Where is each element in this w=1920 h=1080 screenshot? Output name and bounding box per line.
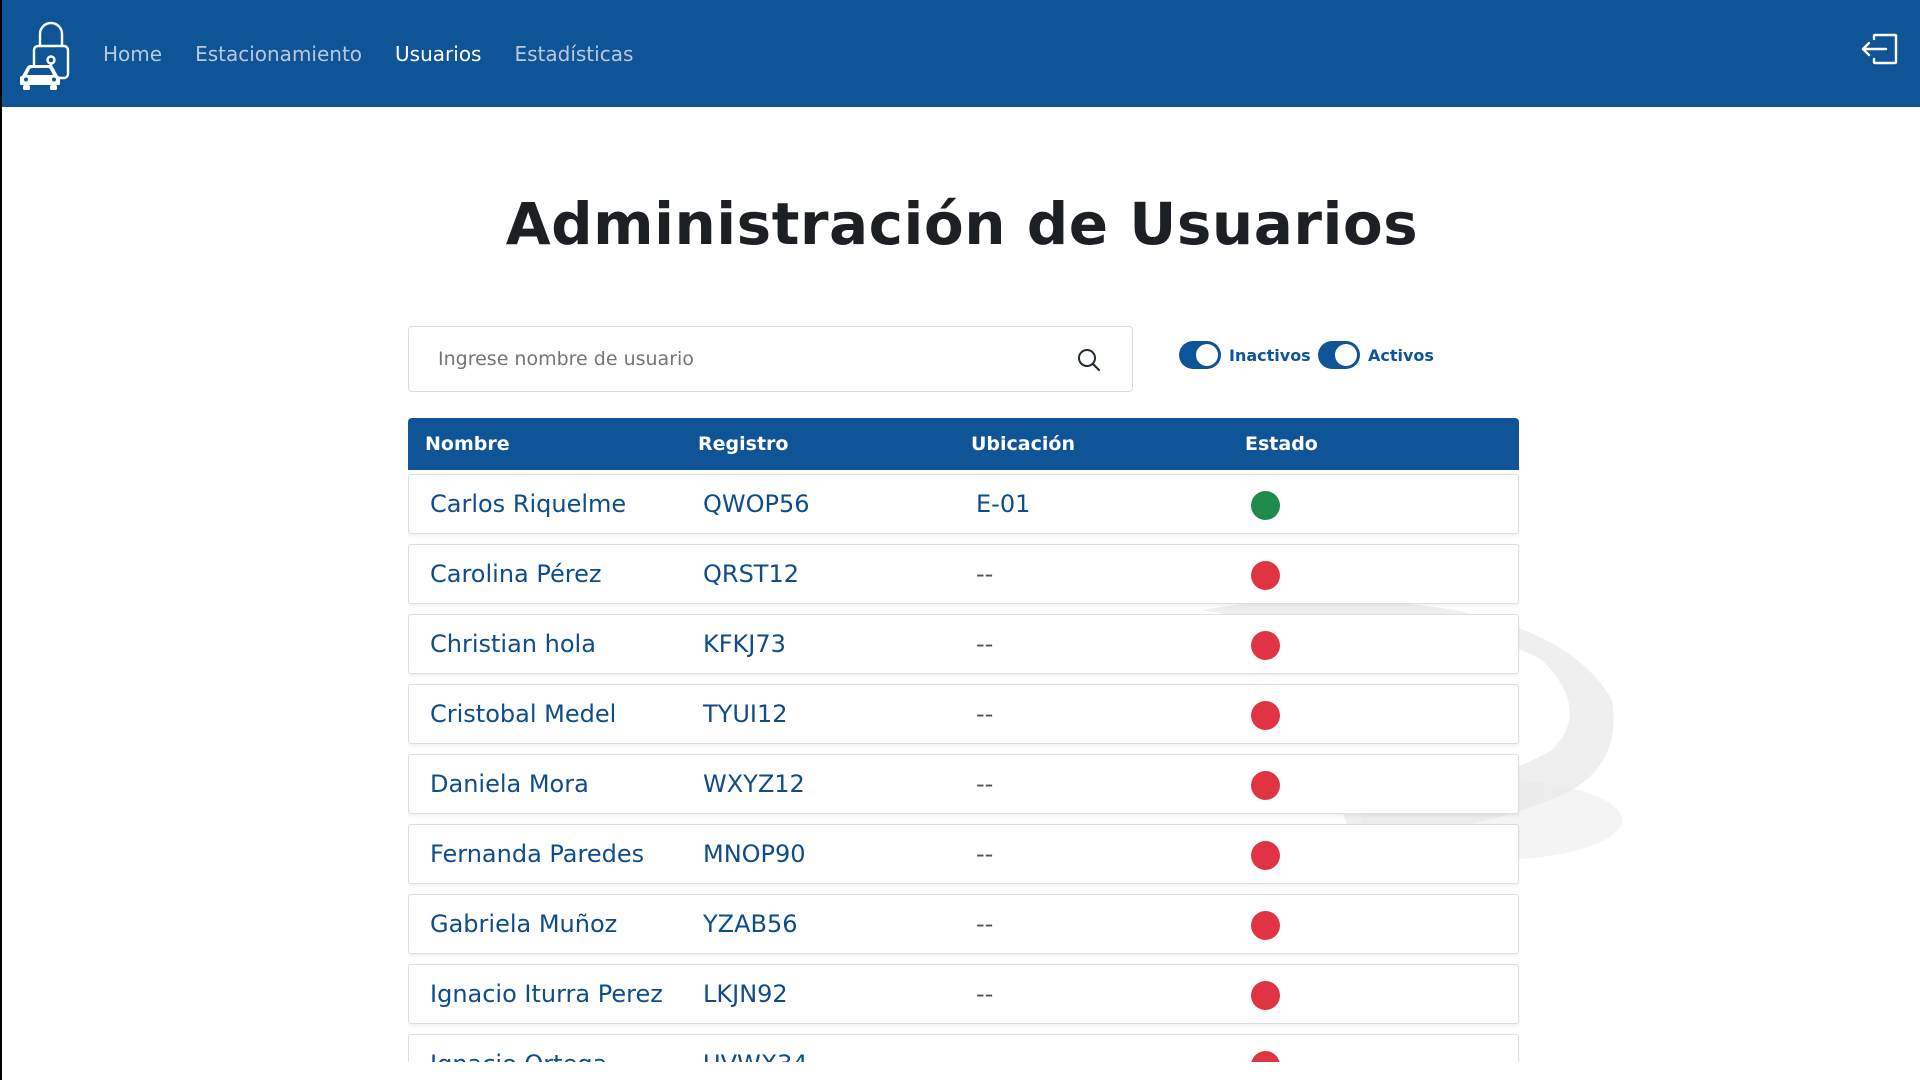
cell-ubicacion: --	[976, 770, 994, 798]
cell-nombre: Fernanda Paredes	[430, 840, 645, 868]
page-title: Administración de Usuarios	[505, 190, 1419, 258]
cell-registro: LKJN92	[703, 980, 788, 1008]
table-row[interactable]: Gabriela Muñoz YZAB56 --	[408, 894, 1519, 954]
table-row[interactable]: Fernanda Paredes MNOP90 --	[408, 824, 1519, 884]
status-indicator-inactive	[1251, 911, 1280, 940]
table-row[interactable]: Ignacio Iturra Perez LKJN92 --	[408, 964, 1519, 1024]
cell-ubicacion: --	[976, 910, 994, 938]
status-indicator-inactive	[1251, 561, 1280, 590]
header-ubicacion[interactable]: Ubicación	[971, 433, 1075, 455]
cell-nombre: Carolina Pérez	[430, 560, 602, 588]
status-indicator-inactive	[1251, 771, 1280, 800]
table-row[interactable]: Cristobal Medel TYUI12 --	[408, 684, 1519, 744]
cell-registro: MNOP90	[703, 840, 806, 868]
cell-registro: TYUI12	[703, 700, 788, 728]
cell-registro: WXYZ12	[703, 770, 805, 798]
nav-link-estacionamiento[interactable]: Estacionamiento	[195, 42, 362, 66]
cell-nombre: Daniela Mora	[430, 770, 589, 798]
cell-nombre: Carlos Riquelme	[430, 490, 627, 518]
table-row[interactable]: Christian hola KFKJ73 --	[408, 614, 1519, 674]
cell-registro: UVWX34	[703, 1050, 808, 1062]
users-table: Nombre Registro Ubicación Estado Carlos …	[408, 418, 1520, 1062]
nav-link-home[interactable]: Home	[103, 42, 162, 66]
header-estado[interactable]: Estado	[1245, 433, 1318, 455]
cell-ubicacion: E-01	[976, 490, 1031, 518]
cell-nombre: Ignacio Ortega	[430, 1050, 607, 1062]
status-indicator-inactive	[1251, 701, 1280, 730]
table-header: Nombre Registro Ubicación Estado	[408, 418, 1519, 470]
logout-icon[interactable]	[1860, 33, 1898, 65]
nav-links: Home Estacionamiento Usuarios Estadístic…	[103, 0, 666, 107]
toggle-activos[interactable]: Activos	[1318, 340, 1434, 370]
cell-ubicacion: --	[976, 560, 994, 588]
cell-ubicacion: --	[976, 980, 994, 1008]
status-indicator-inactive	[1251, 1051, 1280, 1062]
table-row[interactable]: Daniela Mora WXYZ12 --	[408, 754, 1519, 814]
toggle-activos-switch[interactable]	[1318, 341, 1360, 369]
header-registro[interactable]: Registro	[698, 433, 788, 455]
toggle-inactivos-label: Inactivos	[1229, 345, 1311, 365]
status-indicator-inactive	[1251, 631, 1280, 660]
cell-nombre: Gabriela Muñoz	[430, 910, 618, 938]
search-box	[408, 326, 1133, 392]
status-indicator-active	[1251, 491, 1280, 520]
cell-nombre: Cristobal Medel	[430, 700, 617, 728]
toggle-knob	[1335, 344, 1357, 366]
nav-link-estadisticas[interactable]: Estadísticas	[514, 42, 633, 66]
status-indicator-inactive	[1251, 981, 1280, 1010]
status-indicator-inactive	[1251, 841, 1280, 870]
parking-lock-car-logo[interactable]	[18, 16, 84, 90]
nav-link-usuarios[interactable]: Usuarios	[395, 42, 481, 66]
toggle-inactivos[interactable]: Inactivos	[1179, 340, 1311, 370]
app-frame: Home Estacionamiento Usuarios Estadístic…	[2, 0, 1920, 1080]
table-row[interactable]: Ignacio Ortega UVWX34 --	[408, 1034, 1519, 1062]
toggle-knob	[1196, 344, 1218, 366]
table-row[interactable]: Carlos Riquelme QWOP56 E-01	[408, 474, 1519, 534]
cell-ubicacion: --	[976, 700, 994, 728]
header-nombre[interactable]: Nombre	[425, 433, 510, 455]
cell-ubicacion: --	[976, 840, 994, 868]
top-navbar: Home Estacionamiento Usuarios Estadístic…	[2, 0, 1920, 107]
cell-nombre: Christian hola	[430, 630, 596, 658]
cell-registro: KFKJ73	[703, 630, 786, 658]
cell-registro: YZAB56	[703, 910, 798, 938]
cell-registro: QRST12	[703, 560, 799, 588]
search-icon[interactable]	[1076, 347, 1102, 373]
cell-nombre: Ignacio Iturra Perez	[430, 980, 663, 1008]
toggle-inactivos-switch[interactable]	[1179, 341, 1221, 369]
cell-ubicacion: --	[976, 1050, 993, 1062]
cell-registro: QWOP56	[703, 490, 810, 518]
table-row[interactable]: Carolina Pérez QRST12 --	[408, 544, 1519, 604]
toggle-activos-label: Activos	[1368, 345, 1434, 365]
search-input[interactable]	[409, 327, 1132, 391]
cell-ubicacion: --	[976, 630, 994, 658]
